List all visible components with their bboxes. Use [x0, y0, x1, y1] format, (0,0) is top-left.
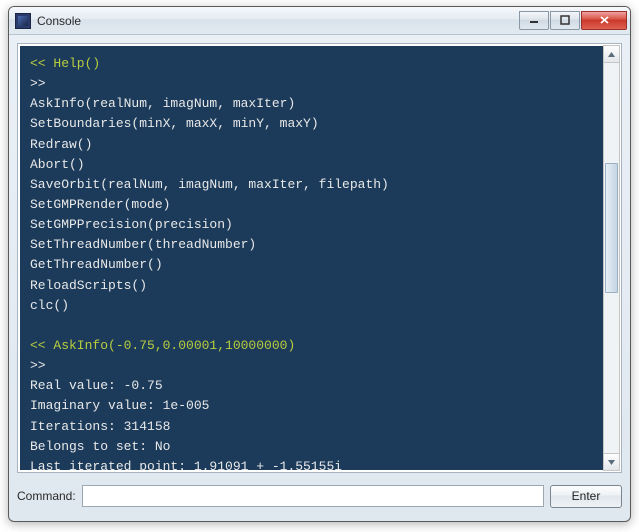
console-line: Iterations: 314158 — [30, 417, 609, 437]
console-line: SetGMPRender(mode) — [30, 195, 609, 215]
app-icon — [15, 13, 31, 29]
console-line: SetThreadNumber(threadNumber) — [30, 235, 609, 255]
console-line-prompt: << AskInfo(-0.75,0.00001,10000000) — [30, 336, 609, 356]
client-area: << Help()>>AskInfo(realNum, imagNum, max… — [9, 35, 630, 521]
console-line: AskInfo(realNum, imagNum, maxIter) — [30, 94, 609, 114]
console-line: GetThreadNumber() — [30, 255, 609, 275]
scrollbar-vertical[interactable] — [603, 45, 620, 471]
enter-button-label: Enter — [572, 489, 601, 503]
console-line: clc() — [30, 296, 609, 316]
console-line: Abort() — [30, 155, 609, 175]
console-line: ReloadScripts() — [30, 276, 609, 296]
console-line: Redraw() — [30, 135, 609, 155]
console-line: >> — [30, 74, 609, 94]
console-line-blank — [30, 316, 609, 336]
console-line: SaveOrbit(realNum, imagNum, maxIter, fil… — [30, 175, 609, 195]
minimize-button[interactable] — [519, 11, 549, 30]
scroll-track[interactable] — [604, 63, 619, 453]
enter-button[interactable]: Enter — [550, 485, 622, 508]
console-output[interactable]: << Help()>>AskInfo(realNum, imagNum, max… — [20, 46, 619, 470]
window-title: Console — [37, 14, 519, 28]
scroll-thumb[interactable] — [605, 163, 618, 293]
command-label: Command: — [17, 489, 76, 503]
command-row: Command: Enter — [17, 483, 622, 509]
console-line: SetGMPPrecision(precision) — [30, 215, 609, 235]
console-line: Belongs to set: No — [30, 437, 609, 457]
console-line: >> — [30, 356, 609, 376]
console-line: SetBoundaries(minX, maxX, minY, maxY) — [30, 114, 609, 134]
window-controls — [519, 12, 627, 30]
console-line: Real value: -0.75 — [30, 376, 609, 396]
console-line: Last iterated point: 1.91091 + -1.55155i — [30, 457, 609, 470]
scroll-down-button[interactable] — [604, 453, 619, 470]
console-line: Imaginary value: 1e-005 — [30, 396, 609, 416]
maximize-button[interactable] — [550, 11, 580, 30]
console-frame: << Help()>>AskInfo(realNum, imagNum, max… — [17, 43, 622, 473]
console-line-prompt: << Help() — [30, 54, 609, 74]
close-button[interactable] — [581, 11, 627, 30]
console-window: Console << Help()>>AskInfo(realNum, imag… — [8, 6, 631, 522]
scroll-up-button[interactable] — [604, 46, 619, 63]
titlebar[interactable]: Console — [9, 7, 630, 35]
command-input[interactable] — [82, 485, 544, 507]
